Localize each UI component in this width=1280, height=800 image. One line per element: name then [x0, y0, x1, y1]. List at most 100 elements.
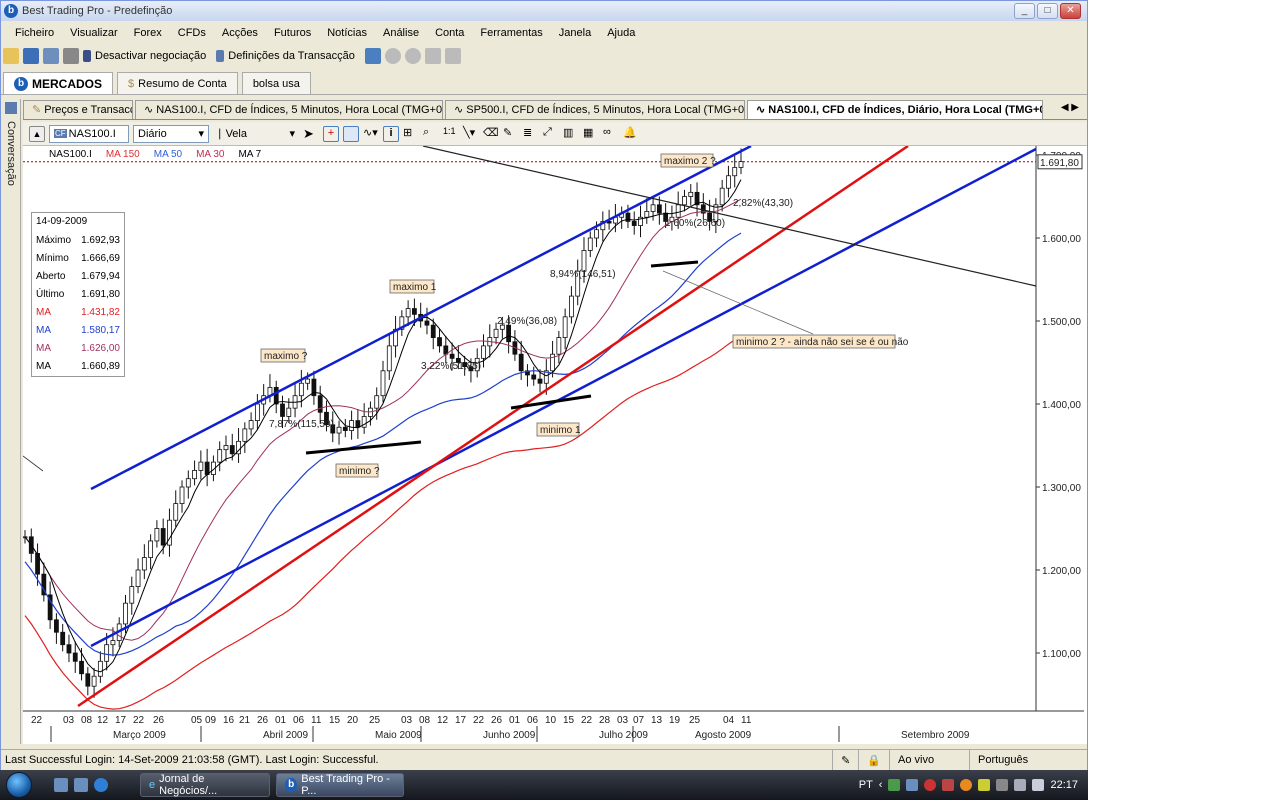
refresh-icon[interactable]	[444, 48, 461, 64]
tray-app-icon[interactable]	[960, 779, 973, 791]
alarm-icon[interactable]: 🔔	[623, 126, 639, 142]
save-all-icon[interactable]	[43, 48, 59, 64]
candle-up	[192, 469, 197, 480]
period-select[interactable]: Diário ▾	[133, 124, 209, 143]
fib-icon[interactable]: ≣	[523, 126, 539, 142]
collapse-icon[interactable]: ▲	[29, 125, 45, 142]
candle-up	[493, 328, 499, 339]
menu-ajuda[interactable]: Ajuda	[599, 27, 643, 39]
candle-up	[254, 403, 260, 422]
zoom-area-icon[interactable]: ⊞	[403, 126, 419, 142]
indicator-ma50[interactable]: MA 50	[154, 149, 182, 160]
tray-app-icon[interactable]	[906, 779, 919, 791]
maximize-button[interactable]: □	[1037, 3, 1058, 19]
status-tool-icon[interactable]: ✎	[832, 750, 858, 770]
menu-janela[interactable]: Janela	[551, 27, 599, 39]
price-axis-label: 1.100,00	[1042, 649, 1081, 660]
tray-app-icon[interactable]	[996, 779, 1009, 791]
taskbar-item-jornal[interactable]: e Jornal de Negócios/...	[140, 773, 270, 797]
one-to-one-icon[interactable]: 1:1	[443, 126, 459, 142]
tab-sp500-5min[interactable]: ∿ SP500.I, CFD de Índices, 5 Minutos, Ho…	[445, 100, 745, 119]
indicator-ma150[interactable]: MA 150	[106, 149, 140, 160]
transaction-settings-button[interactable]: Definições da Transacção	[228, 50, 355, 62]
network-icon[interactable]	[1014, 779, 1027, 791]
deactivate-trading-button[interactable]: Desactivar negociação	[95, 50, 206, 62]
time-axis-day: 08	[419, 715, 431, 726]
menu-ficheiro[interactable]: Ficheiro	[7, 27, 62, 39]
indicator-ma30[interactable]: MA 30	[196, 149, 224, 160]
save-icon[interactable]	[23, 48, 39, 64]
arrow-tool-icon[interactable]: ⤢	[543, 126, 559, 142]
show-desktop-icon[interactable]	[54, 778, 68, 792]
eraser-icon[interactable]: ⌫	[483, 126, 499, 142]
candle-down	[280, 403, 285, 417]
drawing-tool-icon[interactable]: ✎	[503, 126, 519, 142]
data-window-value: 1.660,89	[81, 360, 120, 372]
price-chart[interactable]: 1.700,001.600,001.500,001.400,001.300,00…	[22, 144, 1087, 744]
table-icon[interactable]: ▦	[583, 126, 599, 142]
menu-conta[interactable]: Conta	[427, 27, 472, 39]
clock[interactable]: 22:17	[1050, 779, 1078, 791]
indicator-symbol[interactable]: NAS100.I	[49, 149, 92, 160]
tab-nas100-diario[interactable]: ∿ NAS100.I, CFD de Índices, Diário, Hora…	[747, 100, 1043, 119]
stop-trading-icon[interactable]	[83, 50, 91, 62]
home-icon[interactable]	[424, 48, 441, 64]
conversation-sidebar[interactable]: Conversação	[1, 99, 21, 744]
tab-resumo-conta[interactable]: $ Resumo de Conta	[117, 72, 238, 94]
tray-app-icon[interactable]	[978, 779, 991, 791]
crosshair-icon[interactable]: +	[323, 125, 339, 142]
indicator-icon[interactable]: ∿▾	[363, 126, 379, 142]
settings-icon[interactable]	[216, 50, 225, 62]
language-status[interactable]: Português	[969, 750, 1087, 770]
chart-area[interactable]: 1.700,001.600,001.500,001.400,001.300,00…	[22, 144, 1087, 744]
tray-app-icon[interactable]	[942, 779, 955, 791]
print-icon[interactable]	[63, 48, 79, 64]
menu-analise[interactable]: Análise	[375, 27, 427, 39]
tray-app-icon[interactable]	[888, 779, 901, 791]
lock-icon[interactable]: 🔒	[858, 750, 889, 770]
tab-mercados[interactable]: b MERCADOS	[3, 72, 114, 94]
menu-futuros[interactable]: Futuros	[266, 27, 319, 39]
symbol-field[interactable]: CF NAS100.I	[49, 124, 129, 143]
menu-accoes[interactable]: Acções	[214, 27, 266, 39]
open-folder-icon[interactable]	[3, 48, 19, 64]
start-button[interactable]	[0, 770, 38, 800]
tab-scroll-arrows-icon[interactable]: ◀ ▶	[1061, 102, 1079, 113]
system-tray: PT ‹ 22:17	[859, 770, 1088, 800]
chart-type-icon[interactable]: ▥	[563, 126, 579, 142]
candle-down	[537, 378, 543, 384]
input-language[interactable]: PT	[859, 779, 873, 791]
zoom-icon[interactable]: ⌕	[423, 126, 439, 142]
menu-noticias[interactable]: Notícias	[319, 27, 375, 39]
menu-cfds[interactable]: CFDs	[170, 27, 214, 39]
tab-bolsa-usa[interactable]: bolsa usa	[241, 72, 311, 94]
back-icon[interactable]	[384, 48, 401, 64]
grid-icon[interactable]	[343, 125, 359, 142]
tab-nas100-5min[interactable]: ∿ NAS100.I, CFD de Índices, 5 Minutos, H…	[135, 100, 443, 119]
ie-icon[interactable]	[94, 778, 108, 792]
data-window-row: MA 1.580,17	[32, 321, 124, 339]
volume-icon[interactable]	[1032, 779, 1045, 791]
pct-label-4: 8,94%(146,51)	[550, 269, 616, 280]
link-icon[interactable]: ∞	[603, 126, 619, 142]
tab-precos-transaccao[interactable]: ✎ Preços e Transacção	[23, 100, 133, 119]
style-select[interactable]: ∣ Vela ▾	[213, 125, 299, 143]
menu-visualizar[interactable]: Visualizar	[62, 27, 126, 39]
menu-ferramentas[interactable]: Ferramentas	[472, 27, 550, 39]
check-icon[interactable]	[364, 48, 381, 64]
info-icon[interactable]: i	[383, 125, 399, 142]
indicator-ma7[interactable]: MA 7	[238, 149, 261, 160]
chevron-left-icon[interactable]: ‹	[879, 779, 883, 791]
price-axis-label: 1.300,00	[1042, 483, 1081, 494]
explorer-icon[interactable]	[74, 778, 88, 792]
close-button[interactable]: ✕	[1060, 3, 1081, 19]
taskbar-item-best-trading[interactable]: b Best Trading Pro - P...	[276, 773, 404, 797]
indicator-legend: NAS100.I MA 150 MA 50 MA 30 MA 7	[49, 149, 261, 160]
candle-up	[650, 204, 656, 212]
line-tool-icon[interactable]: ╲▾	[463, 126, 479, 142]
tray-antivirus-icon[interactable]	[924, 779, 937, 791]
minimize-button[interactable]: _	[1014, 3, 1035, 19]
menu-forex[interactable]: Forex	[126, 27, 170, 39]
cursor-icon[interactable]: ➤	[303, 126, 319, 142]
forward-icon[interactable]	[404, 48, 421, 64]
